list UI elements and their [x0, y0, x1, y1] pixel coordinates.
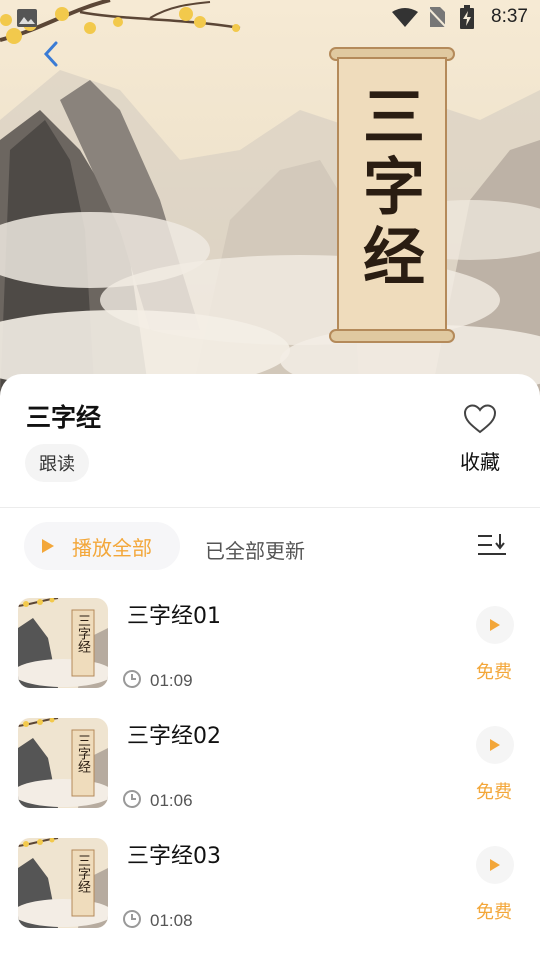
- episode-list: 三字经 三字经01 01:09 免费 三字经 三字经02 01:06 免费 三字…: [0, 588, 540, 948]
- back-button[interactable]: [36, 38, 66, 70]
- episode-duration: 01:06: [150, 791, 193, 810]
- free-badge: 免费: [476, 902, 512, 923]
- image-notification-icon: [17, 9, 37, 27]
- album-title: 三字经: [26, 403, 102, 432]
- play-icon: [490, 619, 500, 631]
- battery-charging-icon: [460, 5, 474, 29]
- no-sim-icon: [428, 7, 446, 28]
- free-badge: 免费: [476, 782, 512, 803]
- episode-play-button[interactable]: [476, 726, 514, 764]
- album-cover-banner: 三字经: [0, 0, 540, 400]
- status-clock: 8:37: [491, 6, 528, 27]
- thumb-title: 三字经: [75, 854, 90, 893]
- status-bar: 8:37: [0, 0, 540, 36]
- episode-play-button[interactable]: [476, 846, 514, 884]
- episode-play-button[interactable]: [476, 606, 514, 644]
- clock-icon: [123, 910, 141, 928]
- scroll-title: 三字经: [352, 84, 425, 294]
- episode-thumbnail: 三字经: [18, 838, 108, 928]
- update-status-text: 已全部更新: [205, 539, 305, 563]
- episode-item[interactable]: 三字经 三字经02 01:06 免费: [0, 708, 540, 828]
- clock-icon: [123, 790, 141, 808]
- play-icon: [490, 739, 500, 751]
- follow-read-tag[interactable]: 跟读: [25, 444, 89, 482]
- landscape-painting: [0, 0, 540, 400]
- episode-duration: 01:09: [150, 671, 193, 690]
- chevron-left-icon: [43, 41, 58, 67]
- clock-icon: [123, 670, 141, 688]
- thumb-title: 三字经: [75, 614, 90, 653]
- wifi-icon: [392, 8, 418, 27]
- favorite-label: 收藏: [460, 450, 500, 474]
- play-all-button[interactable]: 播放全部: [24, 522, 180, 570]
- play-all-label: 播放全部: [72, 535, 152, 560]
- heart-icon: [463, 404, 497, 434]
- favorite-button[interactable]: 收藏: [455, 404, 505, 475]
- playlist-controls: 播放全部 已全部更新: [0, 508, 540, 588]
- sort-icon[interactable]: [476, 532, 508, 560]
- episode-thumbnail: 三字经: [18, 598, 108, 688]
- thumb-title: 三字经: [75, 734, 90, 773]
- album-info-card: 三字经 跟读 收藏: [0, 374, 540, 508]
- episode-item[interactable]: 三字经 三字经01 01:09 免费: [0, 588, 540, 708]
- episode-title: 三字经03: [127, 844, 221, 869]
- play-icon: [42, 539, 54, 553]
- free-badge: 免费: [476, 662, 512, 683]
- episode-title: 三字经01: [127, 604, 221, 629]
- episode-duration: 01:08: [150, 911, 193, 930]
- episode-item[interactable]: 三字经 三字经03 01:08 免费: [0, 828, 540, 948]
- play-icon: [490, 859, 500, 871]
- episode-title: 三字经02: [127, 724, 221, 749]
- episode-thumbnail: 三字经: [18, 718, 108, 808]
